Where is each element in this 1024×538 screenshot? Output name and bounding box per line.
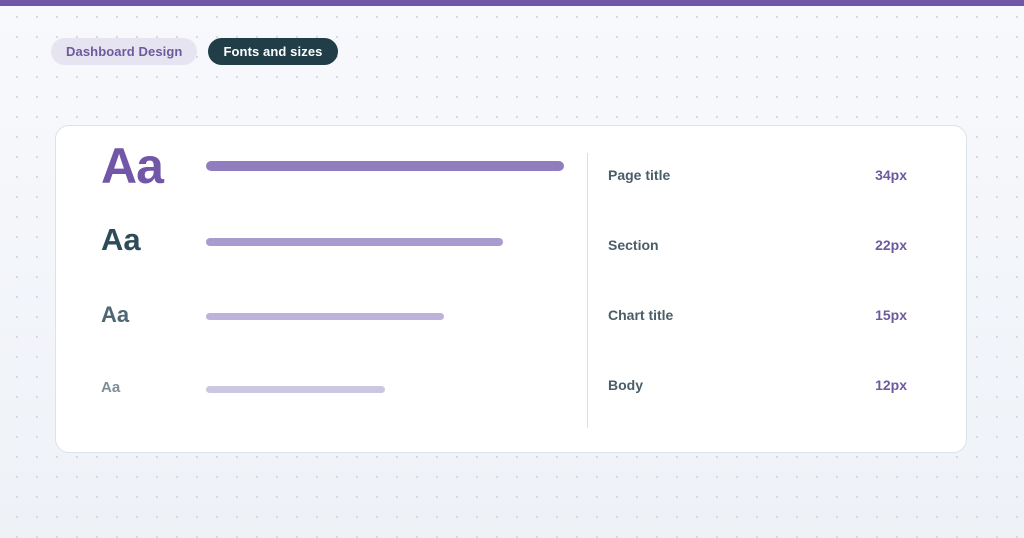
size-chart-title: 15px — [875, 307, 907, 323]
type-scale-card: Aa Aa Aa Aa Page title 34px Section 22px… — [55, 125, 967, 453]
scale-bar-page-title — [206, 161, 564, 171]
sample-chart-title: Aa — [101, 302, 130, 327]
size-body: 12px — [875, 377, 907, 393]
label-chart-title: Chart title — [608, 307, 674, 323]
top-accent-bar — [0, 0, 1024, 6]
sample-page-title: Aa — [101, 138, 164, 194]
size-page-title: 34px — [875, 167, 907, 183]
label-page-title: Page title — [608, 167, 671, 183]
scale-bar-section — [206, 238, 503, 246]
breadcrumb-fonts-and-sizes[interactable]: Fonts and sizes — [208, 38, 338, 65]
label-section: Section — [608, 237, 659, 253]
scale-bar-body — [206, 386, 385, 393]
sample-body: Aa — [101, 379, 121, 396]
breadcrumb: Dashboard Design Fonts and sizes — [51, 38, 338, 65]
size-section: 22px — [875, 237, 907, 253]
sample-section: Aa — [101, 222, 141, 257]
card-divider — [587, 153, 588, 428]
breadcrumb-dashboard-design[interactable]: Dashboard Design — [51, 38, 198, 65]
scale-bar-chart-title — [206, 313, 444, 320]
label-body: Body — [608, 377, 643, 393]
